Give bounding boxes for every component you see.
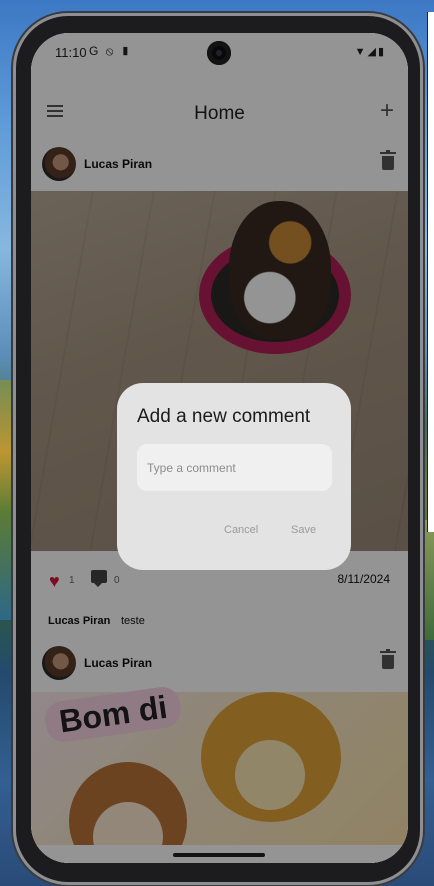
dialog-title: Add a new comment	[137, 406, 311, 427]
phone-frame: 11:10 G ⦸ ▮ ▼◢▮ Home + Lucas Piran ♥ 1 0…	[16, 16, 420, 882]
comment-input[interactable]	[137, 444, 332, 491]
phone-screen: 11:10 G ⦸ ▮ ▼◢▮ Home + Lucas Piran ♥ 1 0…	[31, 33, 408, 863]
cancel-button[interactable]: Cancel	[224, 524, 258, 536]
desktop-window-edge	[427, 12, 434, 532]
add-comment-dialog: Add a new comment Cancel Save	[117, 383, 351, 570]
save-button[interactable]: Save	[291, 524, 316, 536]
